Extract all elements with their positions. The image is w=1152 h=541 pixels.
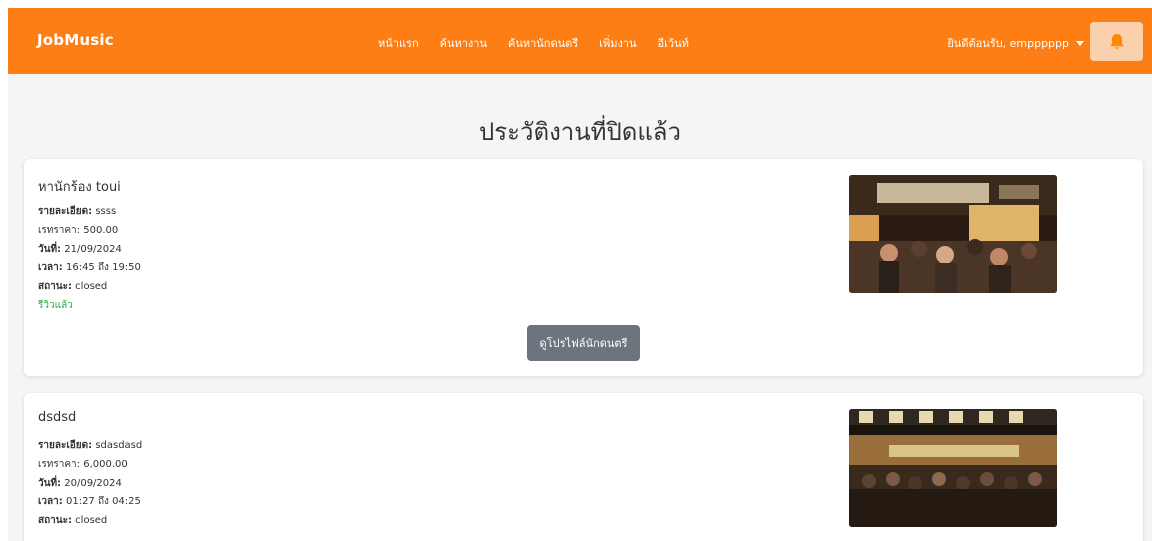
job-image: [849, 175, 1057, 293]
nav-home[interactable]: หน้าแรก: [378, 34, 419, 52]
job-time-row: เวลา: 01:27 ถึง 04:25: [38, 493, 142, 512]
job-time-row: เวลา: 16:45 ถึง 19:50: [38, 259, 141, 278]
job-date-row: วันที่: 21/09/2024: [38, 241, 141, 260]
nav-find-musicians[interactable]: ค้นหานักดนตรี: [508, 34, 578, 52]
status-label: สถานะ:: [38, 281, 72, 293]
status-value: closed: [75, 281, 108, 293]
job-card: dsdsd รายละเอียด: sdasdasd เรทราคา: 6,00…: [24, 393, 1143, 541]
user-greeting: ยินดีต้อนรับ, empppppp: [947, 37, 1069, 50]
price-label: เรทราคา:: [38, 224, 81, 236]
bell-icon: [1109, 33, 1124, 49]
page: JobMusic หน้าแรก ค้นหางาน ค้นหานักดนตรี …: [8, 8, 1152, 541]
details-value: sdasdasd: [95, 440, 143, 451]
nav-events[interactable]: อีเว้นท์: [658, 34, 689, 52]
status-value: closed: [75, 515, 108, 527]
page-title: ประวัติงานที่ปิดแล้ว: [479, 118, 681, 146]
job-status-row: สถานะ: closed: [38, 512, 142, 531]
job-details-row: รายละเอียด: ssss: [38, 203, 141, 222]
job-title: dsdsd: [38, 410, 77, 425]
view-musician-profile-button[interactable]: ดูโปรไฟล์นักดนตรี: [527, 325, 640, 361]
brand-logo[interactable]: JobMusic: [37, 31, 114, 49]
time-label: เวลา:: [38, 496, 63, 508]
nav-links: หน้าแรก ค้นหางาน ค้นหานักดนตรี เพิ่มงาน …: [378, 34, 689, 52]
price-value: 500.00: [83, 224, 119, 236]
job-details-row: รายละเอียด: sdasdasd: [38, 437, 142, 456]
price-label: เรทราคา:: [38, 458, 81, 470]
job-date-row: วันที่: 20/09/2024: [38, 475, 142, 494]
date-label: วันที่:: [38, 243, 62, 255]
time-value: 01:27 ถึง 04:25: [65, 496, 141, 508]
price-value: 6,000.00: [83, 458, 128, 470]
job-fields: รายละเอียด: ssss เรทราคา: 500.00 วันที่:…: [38, 203, 141, 316]
venue-photo: [849, 175, 1057, 293]
navbar: JobMusic หน้าแรก ค้นหางาน ค้นหานักดนตรี …: [8, 8, 1152, 74]
time-label: เวลา:: [38, 262, 63, 274]
notification-button[interactable]: [1090, 22, 1143, 61]
job-price-row: เรทราคา: 6,000.00: [38, 456, 142, 475]
status-label: สถานะ:: [38, 515, 72, 527]
review-status: รีวิวแล้ว: [38, 299, 73, 311]
date-value: 20/09/2024: [64, 477, 122, 489]
details-label: รายละเอียด:: [38, 206, 93, 217]
details-label: รายละเอียด:: [38, 440, 93, 451]
nav-find-jobs[interactable]: ค้นหางาน: [440, 34, 487, 52]
job-fields: รายละเอียด: sdasdasd เรทราคา: 6,000.00 ว…: [38, 437, 142, 531]
date-label: วันที่:: [38, 477, 62, 489]
job-status-row: สถานะ: closed: [38, 278, 141, 297]
job-card: หานักร้อง toui รายละเอียด: ssss เรทราคา:…: [24, 159, 1143, 376]
details-value: ssss: [95, 206, 117, 217]
job-price-row: เรทราคา: 500.00: [38, 222, 141, 241]
time-value: 16:45 ถึง 19:50: [65, 262, 141, 274]
job-image: [849, 409, 1057, 527]
caret-down-icon: [1076, 40, 1084, 46]
date-value: 21/09/2024: [64, 243, 122, 255]
job-title: หานักร้อง toui: [38, 180, 121, 195]
user-dropdown[interactable]: ยินดีต้อนรับ, empppppp: [947, 34, 1084, 52]
nav-add-job[interactable]: เพิ่มงาน: [599, 34, 636, 52]
venue-photo: [849, 409, 1057, 527]
